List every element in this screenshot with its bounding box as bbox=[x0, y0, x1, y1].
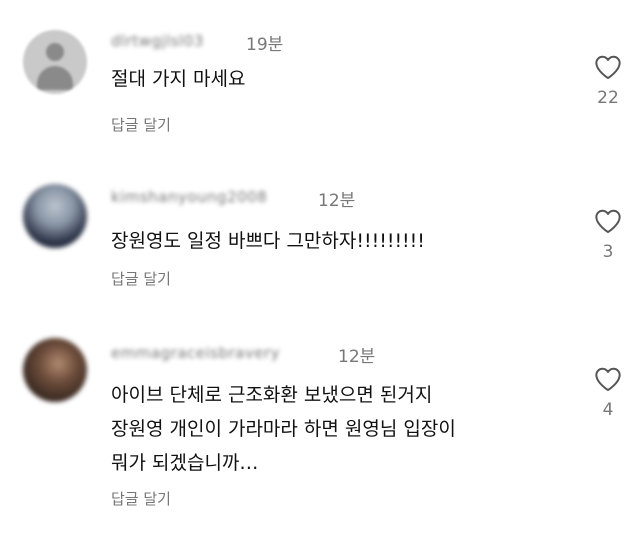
reply-button[interactable]: 답글 달기 bbox=[111, 488, 171, 509]
like-button[interactable]: 4 bbox=[585, 366, 631, 420]
like-button[interactable]: 22 bbox=[585, 54, 631, 108]
like-button[interactable]: 3 bbox=[585, 208, 631, 262]
comment-username[interactable]: kimshanyoung2008 bbox=[111, 188, 267, 206]
avatar[interactable] bbox=[23, 30, 87, 94]
comment-username[interactable]: emmagraceisbravery bbox=[111, 344, 280, 362]
avatar[interactable] bbox=[23, 184, 87, 248]
comment-time: 12분 bbox=[318, 191, 356, 211]
comment-username[interactable]: dlrtwgjlsl03 bbox=[111, 32, 204, 50]
heart-icon bbox=[595, 209, 621, 234]
reply-button[interactable]: 답글 달기 bbox=[111, 114, 171, 135]
reply-button[interactable]: 답글 달기 bbox=[111, 268, 171, 289]
like-count: 22 bbox=[597, 88, 619, 108]
heart-icon bbox=[595, 367, 621, 392]
comment-text: 절대 가지 마세요 bbox=[111, 68, 246, 90]
heart-icon bbox=[595, 55, 621, 80]
comment-text: 장원영도 일정 바쁘다 그만하자!!!!!!!!! bbox=[111, 230, 425, 252]
like-count: 4 bbox=[602, 400, 614, 420]
avatar[interactable] bbox=[23, 338, 87, 402]
comment-time: 19분 bbox=[246, 35, 284, 55]
comment-time: 12분 bbox=[338, 347, 376, 367]
like-count: 3 bbox=[602, 242, 614, 262]
comment-text: 아이브 단체로 근조화환 보냈으면 된거지 장원영 개인이 가라마라 하면 원영… bbox=[111, 384, 456, 474]
